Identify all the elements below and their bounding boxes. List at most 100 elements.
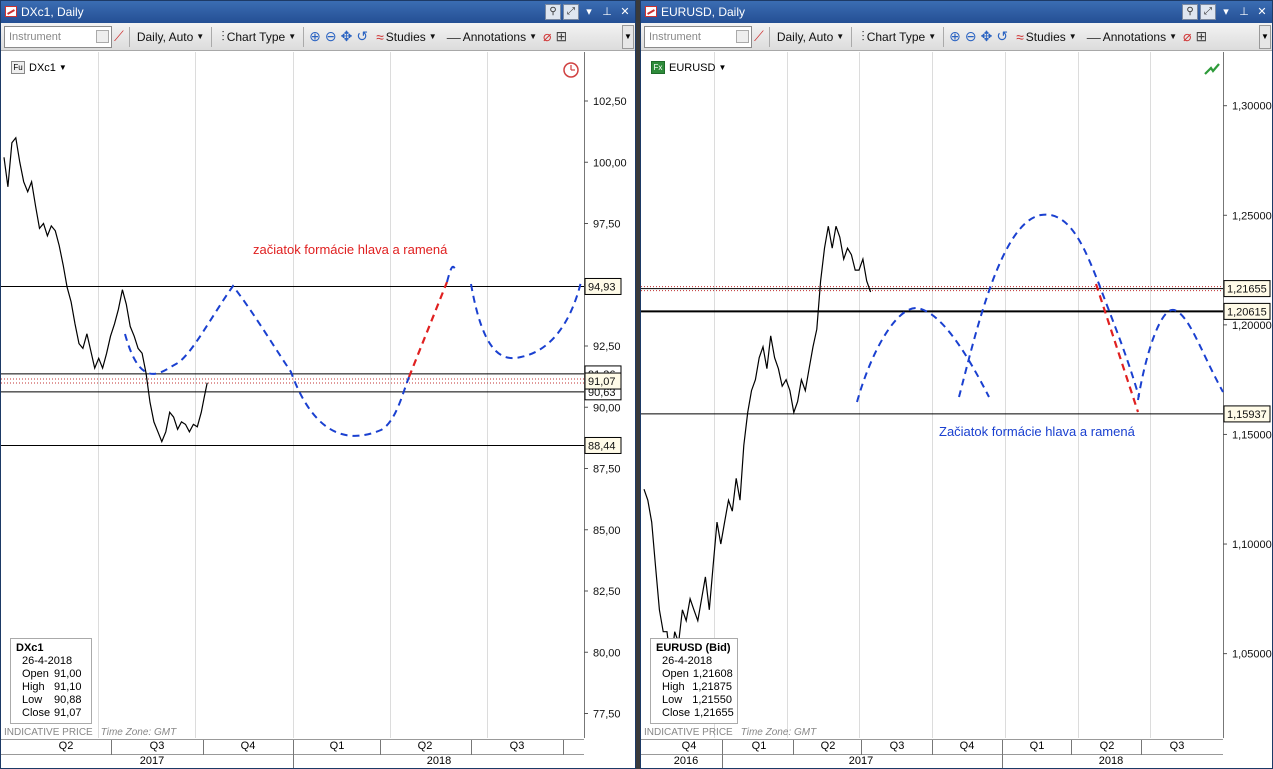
timezone-label: Time Zone: GMT <box>100 727 177 738</box>
studies-dropdown[interactable]: ≈ Studies ▼ <box>1010 25 1081 49</box>
quarter-label: Q4 <box>240 740 256 752</box>
chart-type-dropdown[interactable]: ⫶ Chart Type ▼ <box>855 25 940 49</box>
quarter-label: Q3 <box>149 740 165 752</box>
annotations-dropdown[interactable]: — Annotations ▼ <box>1081 25 1181 49</box>
info-value: 1,21608 <box>692 668 733 680</box>
toolbar-scroll-button[interactable]: ▼ <box>1259 25 1271 49</box>
window-title: EURUSD, Daily <box>661 5 746 19</box>
price-tick-label: 1,20000 <box>1232 320 1272 332</box>
chart-type-dropdown[interactable]: ⫶ Chart Type ▼ <box>215 25 300 49</box>
instrument-input[interactable]: Instrument <box>644 25 752 48</box>
reset-icon[interactable]: ↺ <box>354 28 370 45</box>
eraser-icon[interactable]: ⌀ <box>541 28 553 45</box>
quarter-label: Q1 <box>329 740 345 752</box>
instrument-picker-icon[interactable] <box>96 29 109 43</box>
chevron-down-icon: ▼ <box>196 32 205 41</box>
eraser-icon[interactable]: ⌀ <box>1181 28 1193 45</box>
quarter-label: Q1 <box>1029 740 1045 752</box>
footer-note: INDICATIVE PRICE Time Zone: GMT <box>644 727 816 738</box>
price-tick-label: 90,00 <box>593 402 621 414</box>
window-titlebar[interactable]: EURUSD, Daily ⚲ ⤢ ▾ ⊥ ✕ <box>641 1 1272 23</box>
pan-icon[interactable]: ✥ <box>339 28 355 45</box>
info-date: 26-4-2018 <box>662 655 713 667</box>
footer-note: INDICATIVE PRICE Time Zone: GMT <box>4 727 176 738</box>
line-tool-icon: — <box>1086 28 1101 45</box>
close-icon[interactable]: ✕ <box>617 4 633 20</box>
quarter-label: Q2 <box>58 740 74 752</box>
expand-icon[interactable]: ⤢ <box>563 4 579 20</box>
close-icon[interactable]: ✕ <box>1254 4 1270 20</box>
quarter-label: Q2 <box>417 740 433 752</box>
pin-icon[interactable]: ⊥ <box>599 4 615 20</box>
layout-icon[interactable]: ⊞ <box>553 28 569 45</box>
instrument-input[interactable]: Instrument <box>4 25 112 48</box>
zoom-out-icon[interactable]: ⊖ <box>323 28 339 45</box>
interval-dropdown[interactable]: Daily, Auto ▼ <box>133 25 208 49</box>
time-axis[interactable]: Q4 Q1 Q2 Q3 Q4 Q1 Q2 Q3 2016 2017 2018 <box>641 739 1223 768</box>
info-value: 1,21550 <box>692 694 732 706</box>
pan-icon[interactable]: ✥ <box>979 28 995 45</box>
price-level-tag-label: 1,20615 <box>1227 306 1267 318</box>
pattern-annotation-text: Začiatok formácie hlava a ramená <box>939 424 1136 439</box>
chevron-down-icon: ▼ <box>836 32 845 41</box>
info-key: Open <box>662 668 689 680</box>
info-key: Open <box>22 668 49 680</box>
quarter-label: Q3 <box>1169 740 1185 752</box>
clock-icon[interactable] <box>563 62 579 78</box>
info-date: 26-4-2018 <box>22 655 73 667</box>
chart-style-icon[interactable]: ⟋ <box>112 28 126 45</box>
price-tick-label: 1,05000 <box>1232 649 1272 661</box>
price-tick-label: 100,00 <box>593 157 627 169</box>
zoom-out-icon[interactable]: ⊖ <box>963 28 979 45</box>
annotations-dropdown[interactable]: — Annotations ▼ <box>441 25 541 49</box>
chart-type-label: Chart Type <box>866 29 926 44</box>
menu-dropdown-icon[interactable]: ▾ <box>581 4 597 20</box>
quarter-label: Q2 <box>820 740 836 752</box>
price-level-tag-label: 94,93 <box>588 281 616 293</box>
link-icon[interactable]: ⚲ <box>545 4 561 20</box>
price-tick-label: 1,25000 <box>1232 210 1272 222</box>
pin-icon[interactable]: ⊥ <box>1236 4 1252 20</box>
time-axis[interactable]: Q2 Q3 Q4 Q1 Q2 Q3 2017 2018 <box>1 739 584 768</box>
studies-dropdown[interactable]: ≈ Studies ▼ <box>370 25 441 49</box>
info-key: Close <box>22 707 51 719</box>
info-key: High <box>22 681 45 693</box>
series-legend[interactable]: Fx EURUSD ▼ <box>651 61 726 74</box>
dxc1-price-chart[interactable]: začiatok formácie hlava a ramená 102,50 1… <box>1 52 636 738</box>
eurusd-price-chart[interactable]: Začiatok formácie hlava a ramená 1,30000… <box>641 52 1273 738</box>
menu-dropdown-icon[interactable]: ▾ <box>1218 4 1234 20</box>
toolbar-scroll-button[interactable]: ▼ <box>622 25 634 49</box>
forex-symbol-icon: Fx <box>651 61 665 74</box>
pattern-annotation-text: začiatok formácie hlava a ramená <box>253 242 448 257</box>
price-tick-label: 1,10000 <box>1232 539 1272 551</box>
price-tick-label: 85,00 <box>593 525 621 537</box>
info-value: 1,21655 <box>694 707 734 719</box>
reset-icon[interactable]: ↺ <box>994 28 1010 45</box>
chevron-down-icon: ▼ <box>529 32 538 41</box>
link-icon[interactable]: ⚲ <box>1182 4 1198 20</box>
futures-symbol-icon: Fu <box>11 61 25 74</box>
info-value: 91,00 <box>54 668 82 680</box>
chart-window-eurusd: EURUSD, Daily ⚲ ⤢ ▾ ⊥ ✕ Instrument ⟋ Dai… <box>640 0 1273 769</box>
instrument-picker-icon[interactable] <box>736 29 749 43</box>
candlestick-icon: ⫶ <box>861 28 865 44</box>
quarter-label: Q4 <box>959 740 975 752</box>
series-name: EURUSD <box>669 61 716 74</box>
info-title: DXc1 <box>16 642 44 654</box>
zoom-in-icon[interactable]: ⊕ <box>307 28 323 45</box>
chart-style-icon[interactable]: ⟋ <box>752 28 766 45</box>
layout-icon[interactable]: ⊞ <box>1193 28 1209 45</box>
price-tick-label: 97,50 <box>593 219 621 231</box>
series-legend[interactable]: Fu DXc1 ▼ <box>11 61 67 74</box>
info-value: 91,10 <box>54 681 82 693</box>
quarter-row: Q4 Q1 Q2 Q3 Q4 Q1 Q2 Q3 <box>641 740 1223 755</box>
interval-dropdown[interactable]: Daily, Auto ▼ <box>773 25 848 49</box>
year-row: 2017 2018 <box>1 755 584 768</box>
expand-icon[interactable]: ⤢ <box>1200 4 1216 20</box>
year-label: 2018 <box>426 755 452 767</box>
zoom-in-icon[interactable]: ⊕ <box>947 28 963 45</box>
window-titlebar[interactable]: DXc1, Daily ⚲ ⤢ ▾ ⊥ ✕ <box>1 1 635 23</box>
interval-label: Daily, Auto <box>136 29 194 44</box>
info-key: Low <box>22 694 43 706</box>
year-label: 2017 <box>139 755 165 767</box>
